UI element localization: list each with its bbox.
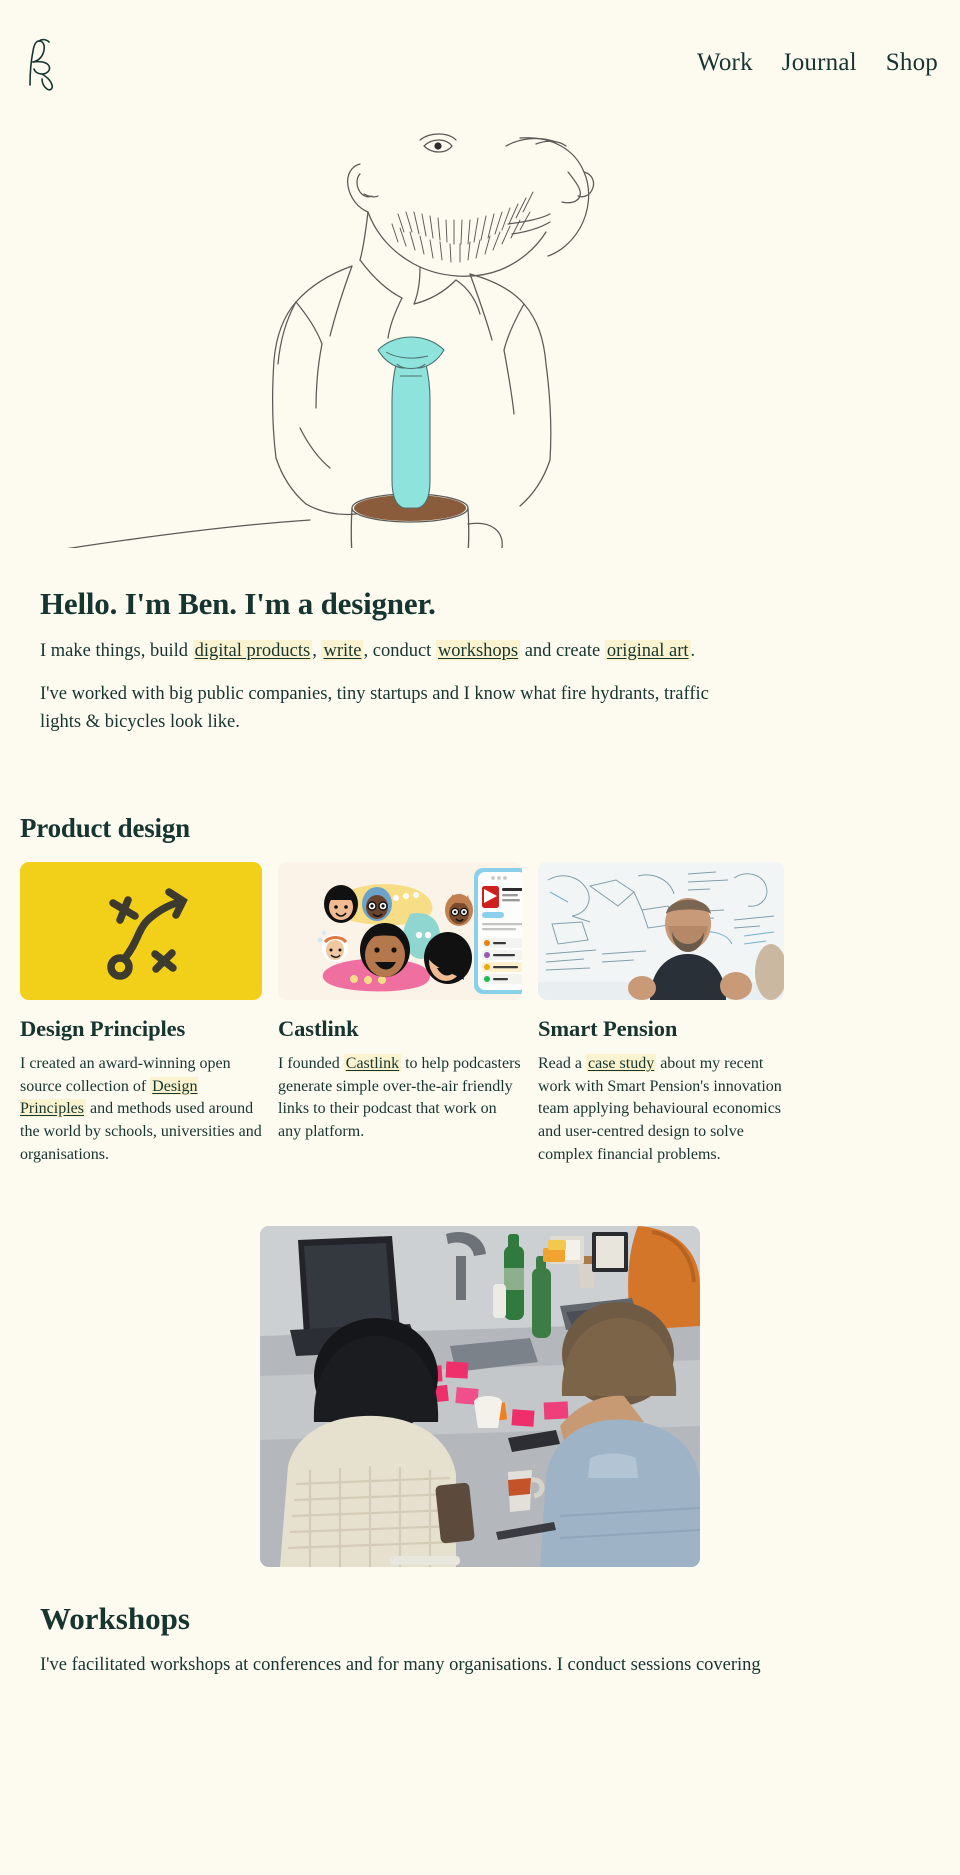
card-body: Read a case study about my recent work w… — [538, 1053, 784, 1167]
card-title: Design Principles — [20, 1015, 186, 1041]
workshop-photo — [260, 1226, 700, 1568]
product-design-card-grid: Design Principles I created an award-win… — [0, 861, 960, 1167]
castlink-podcast-illustration — [278, 861, 522, 1000]
product-design-section: Product design Design Principles I creat… — [0, 813, 960, 1167]
card-body-a: Read a — [538, 1054, 586, 1072]
card-smart-pension[interactable]: Smart Pension Read a case study about my… — [538, 861, 784, 1167]
product-design-heading: Product design — [20, 812, 190, 843]
card-castlink[interactable]: Castlink I founded Castlink to help podc… — [278, 861, 522, 1167]
nav-item-work[interactable]: Work — [697, 49, 753, 77]
link-case-study[interactable]: case study — [585, 1053, 657, 1072]
nav-item-shop[interactable]: Shop — [886, 49, 938, 77]
card-title: Castlink — [278, 1015, 359, 1041]
link-write[interactable]: write — [321, 639, 364, 661]
smart-pension-whiteboard-photo — [538, 861, 784, 1000]
hero-intro-paragraph: I make things, build digital products, w… — [40, 638, 750, 666]
page-root: Work Journal Shop Hello. I'm Ben. I'm a … — [0, 0, 960, 1680]
card-body-a: I founded — [278, 1054, 344, 1072]
card-body-a: I created an award-winning open source c… — [20, 1054, 231, 1095]
intro-text-c: , conduct — [363, 640, 436, 661]
card-design-principles[interactable]: Design Principles I created an award-win… — [20, 861, 262, 1167]
site-header: Work Journal Shop — [0, 0, 960, 126]
intro-text-e: . — [690, 640, 696, 661]
monogram-logo-icon — [29, 38, 53, 91]
hero-secondary-paragraph: I've worked with big public companies, t… — [40, 684, 709, 733]
hero-illustration — [67, 133, 595, 548]
logo-link[interactable] — [20, 33, 66, 93]
card-body: I created an award-winning open source c… — [20, 1053, 262, 1167]
strategy-arrow-illustration — [20, 861, 262, 1000]
workshops-section: Workshops I've facilitated workshops at … — [0, 1226, 960, 1680]
page-title: Hello. I'm Ben. I'm a designer. — [40, 586, 436, 621]
main-navigation: Work Journal Shop — [697, 49, 938, 77]
link-original-art[interactable]: original art — [604, 639, 691, 661]
card-title: Smart Pension — [538, 1015, 678, 1041]
hero-text-section: Hello. I'm Ben. I'm a designer. I make t… — [0, 586, 960, 737]
intro-text-d: and create — [520, 640, 605, 661]
workshops-paragraph: I've facilitated workshops at conference… — [40, 1655, 761, 1676]
link-digital-products[interactable]: digital products — [192, 639, 313, 661]
link-castlink[interactable]: Castlink — [343, 1053, 402, 1072]
intro-text-a: I make things, build — [40, 640, 193, 661]
nav-item-journal[interactable]: Journal — [782, 49, 857, 77]
card-body: I founded Castlink to help podcasters ge… — [278, 1053, 522, 1144]
workshops-heading: Workshops — [40, 1601, 190, 1637]
link-workshops[interactable]: workshops — [435, 639, 521, 661]
